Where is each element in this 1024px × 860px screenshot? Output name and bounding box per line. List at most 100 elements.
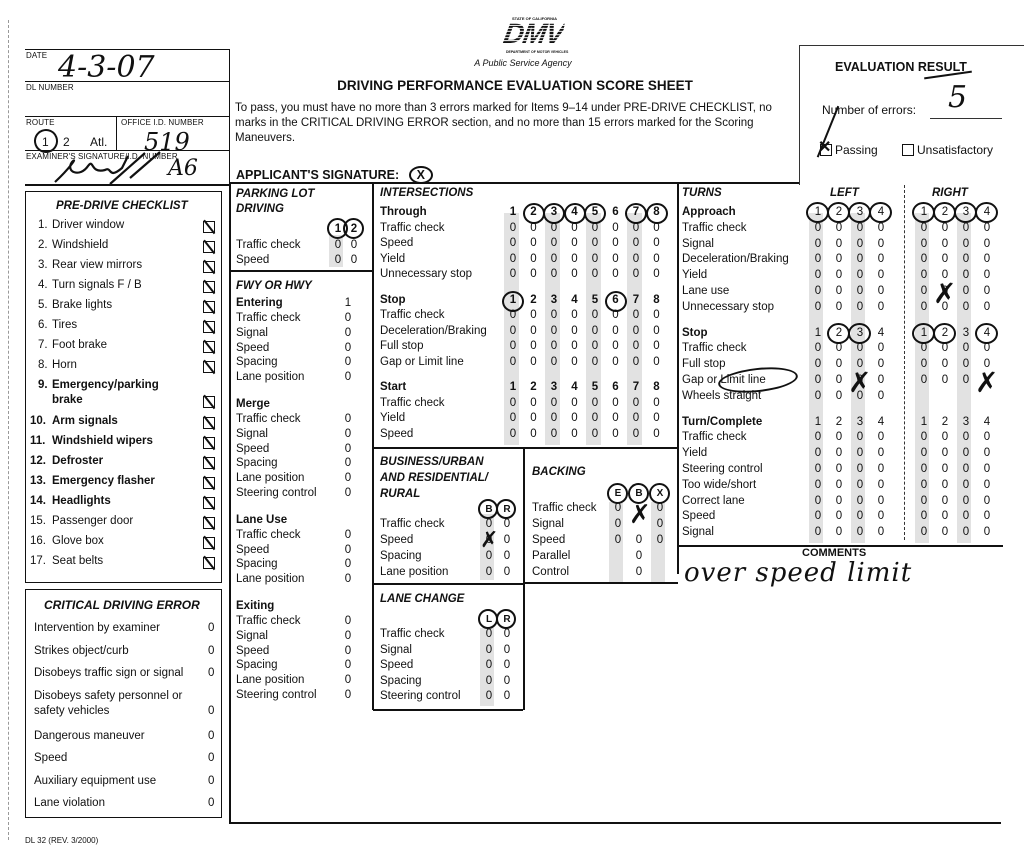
score-cell[interactable]: 0 xyxy=(812,358,824,370)
score-cell[interactable]: 0 xyxy=(548,237,560,249)
score-cell[interactable]: 0 xyxy=(939,358,951,370)
score-cell[interactable]: 0 xyxy=(589,340,601,352)
score-cell[interactable]: 0 xyxy=(960,301,972,313)
score-cell[interactable]: 0 xyxy=(342,312,354,324)
examiner-id-field[interactable]: A6 xyxy=(168,156,198,181)
score-cell[interactable]: 0 xyxy=(833,222,845,234)
checklist-checkbox[interactable] xyxy=(203,537,215,549)
score-cell[interactable]: 0 xyxy=(610,325,622,337)
score-cell[interactable]: 0 xyxy=(507,340,519,352)
score-cell[interactable]: 0 xyxy=(854,222,866,234)
score-cell[interactable]: 0 xyxy=(875,479,887,491)
score-cell[interactable]: 0 xyxy=(569,412,581,424)
score-cell[interactable]: 0 xyxy=(918,374,930,386)
checklist-checkbox[interactable] xyxy=(203,261,215,273)
score-cell[interactable]: 0 xyxy=(812,253,824,265)
score-cell[interactable]: 0 xyxy=(939,342,951,354)
score-cell[interactable]: 0 xyxy=(918,222,930,234)
score-cell[interactable]: 0 xyxy=(501,518,513,530)
score-cell[interactable]: 0 xyxy=(981,301,993,313)
score-cell[interactable]: 0 xyxy=(854,238,866,250)
dl-number-field[interactable] xyxy=(26,93,226,113)
score-cell[interactable]: 0 xyxy=(342,342,354,354)
score-cell[interactable]: 0 xyxy=(528,356,540,368)
score-cell[interactable]: 0 xyxy=(960,479,972,491)
score-cell[interactable]: 0 xyxy=(610,253,622,265)
score-cell[interactable]: 0 xyxy=(589,268,601,280)
score-cell[interactable]: 0 xyxy=(501,644,513,656)
score-cell[interactable]: 0 xyxy=(939,479,951,491)
score-cell[interactable]: 0 xyxy=(960,269,972,281)
unsatisfactory-checkbox[interactable] xyxy=(902,144,914,156)
score-cell[interactable]: 0 xyxy=(875,374,887,386)
score-cell[interactable]: 0 xyxy=(610,428,622,440)
score-cell[interactable]: 0 xyxy=(812,510,824,522)
score-cell[interactable]: 0 xyxy=(981,510,993,522)
score-cell[interactable]: 0 xyxy=(833,358,845,370)
checklist-checkbox[interactable] xyxy=(203,477,215,489)
score-cell[interactable]: 0 xyxy=(812,447,824,459)
checklist-item[interactable]: 16. Glove box xyxy=(26,535,221,553)
checklist-item[interactable]: 15. Passenger door xyxy=(26,515,221,533)
critical-error-value[interactable]: 0 xyxy=(208,645,214,657)
score-cell[interactable]: 0 xyxy=(342,558,354,570)
score-cell[interactable]: 0 xyxy=(918,479,930,491)
score-cell[interactable]: 0 xyxy=(812,238,824,250)
score-cell[interactable]: 0 xyxy=(507,253,519,265)
score-cell[interactable]: 0 xyxy=(501,550,513,562)
score-cell[interactable]: 0 xyxy=(651,412,663,424)
score-cell[interactable]: 0 xyxy=(981,495,993,507)
score-cell[interactable]: 0 xyxy=(833,269,845,281)
score-cell[interactable]: 0 xyxy=(939,374,951,386)
score-cell[interactable]: 0 xyxy=(342,487,354,499)
score-cell[interactable]: 0 xyxy=(981,253,993,265)
score-cell[interactable]: 0 xyxy=(854,253,866,265)
score-cell[interactable]: 0 xyxy=(507,356,519,368)
score-cell[interactable]: 0 xyxy=(633,566,645,578)
score-cell[interactable]: 0 xyxy=(960,463,972,475)
score-cell[interactable]: 0 xyxy=(854,301,866,313)
score-cell[interactable]: 0 xyxy=(833,342,845,354)
score-cell[interactable]: 0 xyxy=(918,301,930,313)
score-cell[interactable]: 0 xyxy=(875,285,887,297)
score-cell[interactable]: 0 xyxy=(918,269,930,281)
checklist-checkbox[interactable] xyxy=(203,301,215,313)
score-cell[interactable]: 0 xyxy=(610,237,622,249)
score-cell[interactable]: 0 xyxy=(610,340,622,352)
score-cell[interactable]: 0 xyxy=(548,222,560,234)
score-cell[interactable]: 0 xyxy=(918,431,930,443)
score-cell[interactable]: 0 xyxy=(651,268,663,280)
checklist-checkbox[interactable] xyxy=(203,517,215,529)
score-cell[interactable]: 0 xyxy=(812,374,824,386)
score-cell[interactable]: 0 xyxy=(918,510,930,522)
score-cell[interactable]: 0 xyxy=(569,325,581,337)
score-cell[interactable]: 0 xyxy=(589,237,601,249)
score-cell[interactable]: 0 xyxy=(918,358,930,370)
critical-error-value[interactable]: 0 xyxy=(208,667,214,679)
checklist-item[interactable]: 7. Foot brake xyxy=(26,339,221,357)
score-cell[interactable]: 0 xyxy=(854,269,866,281)
score-cell[interactable]: 0 xyxy=(651,340,663,352)
score-cell[interactable]: 0 xyxy=(939,510,951,522)
score-cell[interactable]: 0 xyxy=(812,479,824,491)
score-cell[interactable]: 0 xyxy=(342,457,354,469)
score-cell[interactable]: 0 xyxy=(483,550,495,562)
score-cell[interactable]: 0 xyxy=(833,253,845,265)
score-cell[interactable]: 0 xyxy=(332,254,344,266)
score-cell[interactable]: 0 xyxy=(875,301,887,313)
score-cell[interactable]: 0 xyxy=(548,268,560,280)
score-cell[interactable]: 0 xyxy=(960,447,972,459)
score-cell[interactable]: 0 xyxy=(960,495,972,507)
score-cell[interactable]: 0 xyxy=(918,495,930,507)
score-cell[interactable]: 0 xyxy=(939,463,951,475)
score-cell[interactable]: 0 xyxy=(654,534,666,546)
score-cell[interactable]: 0 xyxy=(630,237,642,249)
score-cell[interactable]: 0 xyxy=(651,237,663,249)
score-cell[interactable]: 0 xyxy=(833,431,845,443)
score-cell[interactable]: 0 xyxy=(483,566,495,578)
score-cell[interactable]: 0 xyxy=(342,544,354,556)
score-cell[interactable]: 0 xyxy=(812,463,824,475)
score-cell[interactable]: 0 xyxy=(528,237,540,249)
score-cell[interactable]: 0 xyxy=(854,447,866,459)
score-cell[interactable]: 0 xyxy=(610,412,622,424)
